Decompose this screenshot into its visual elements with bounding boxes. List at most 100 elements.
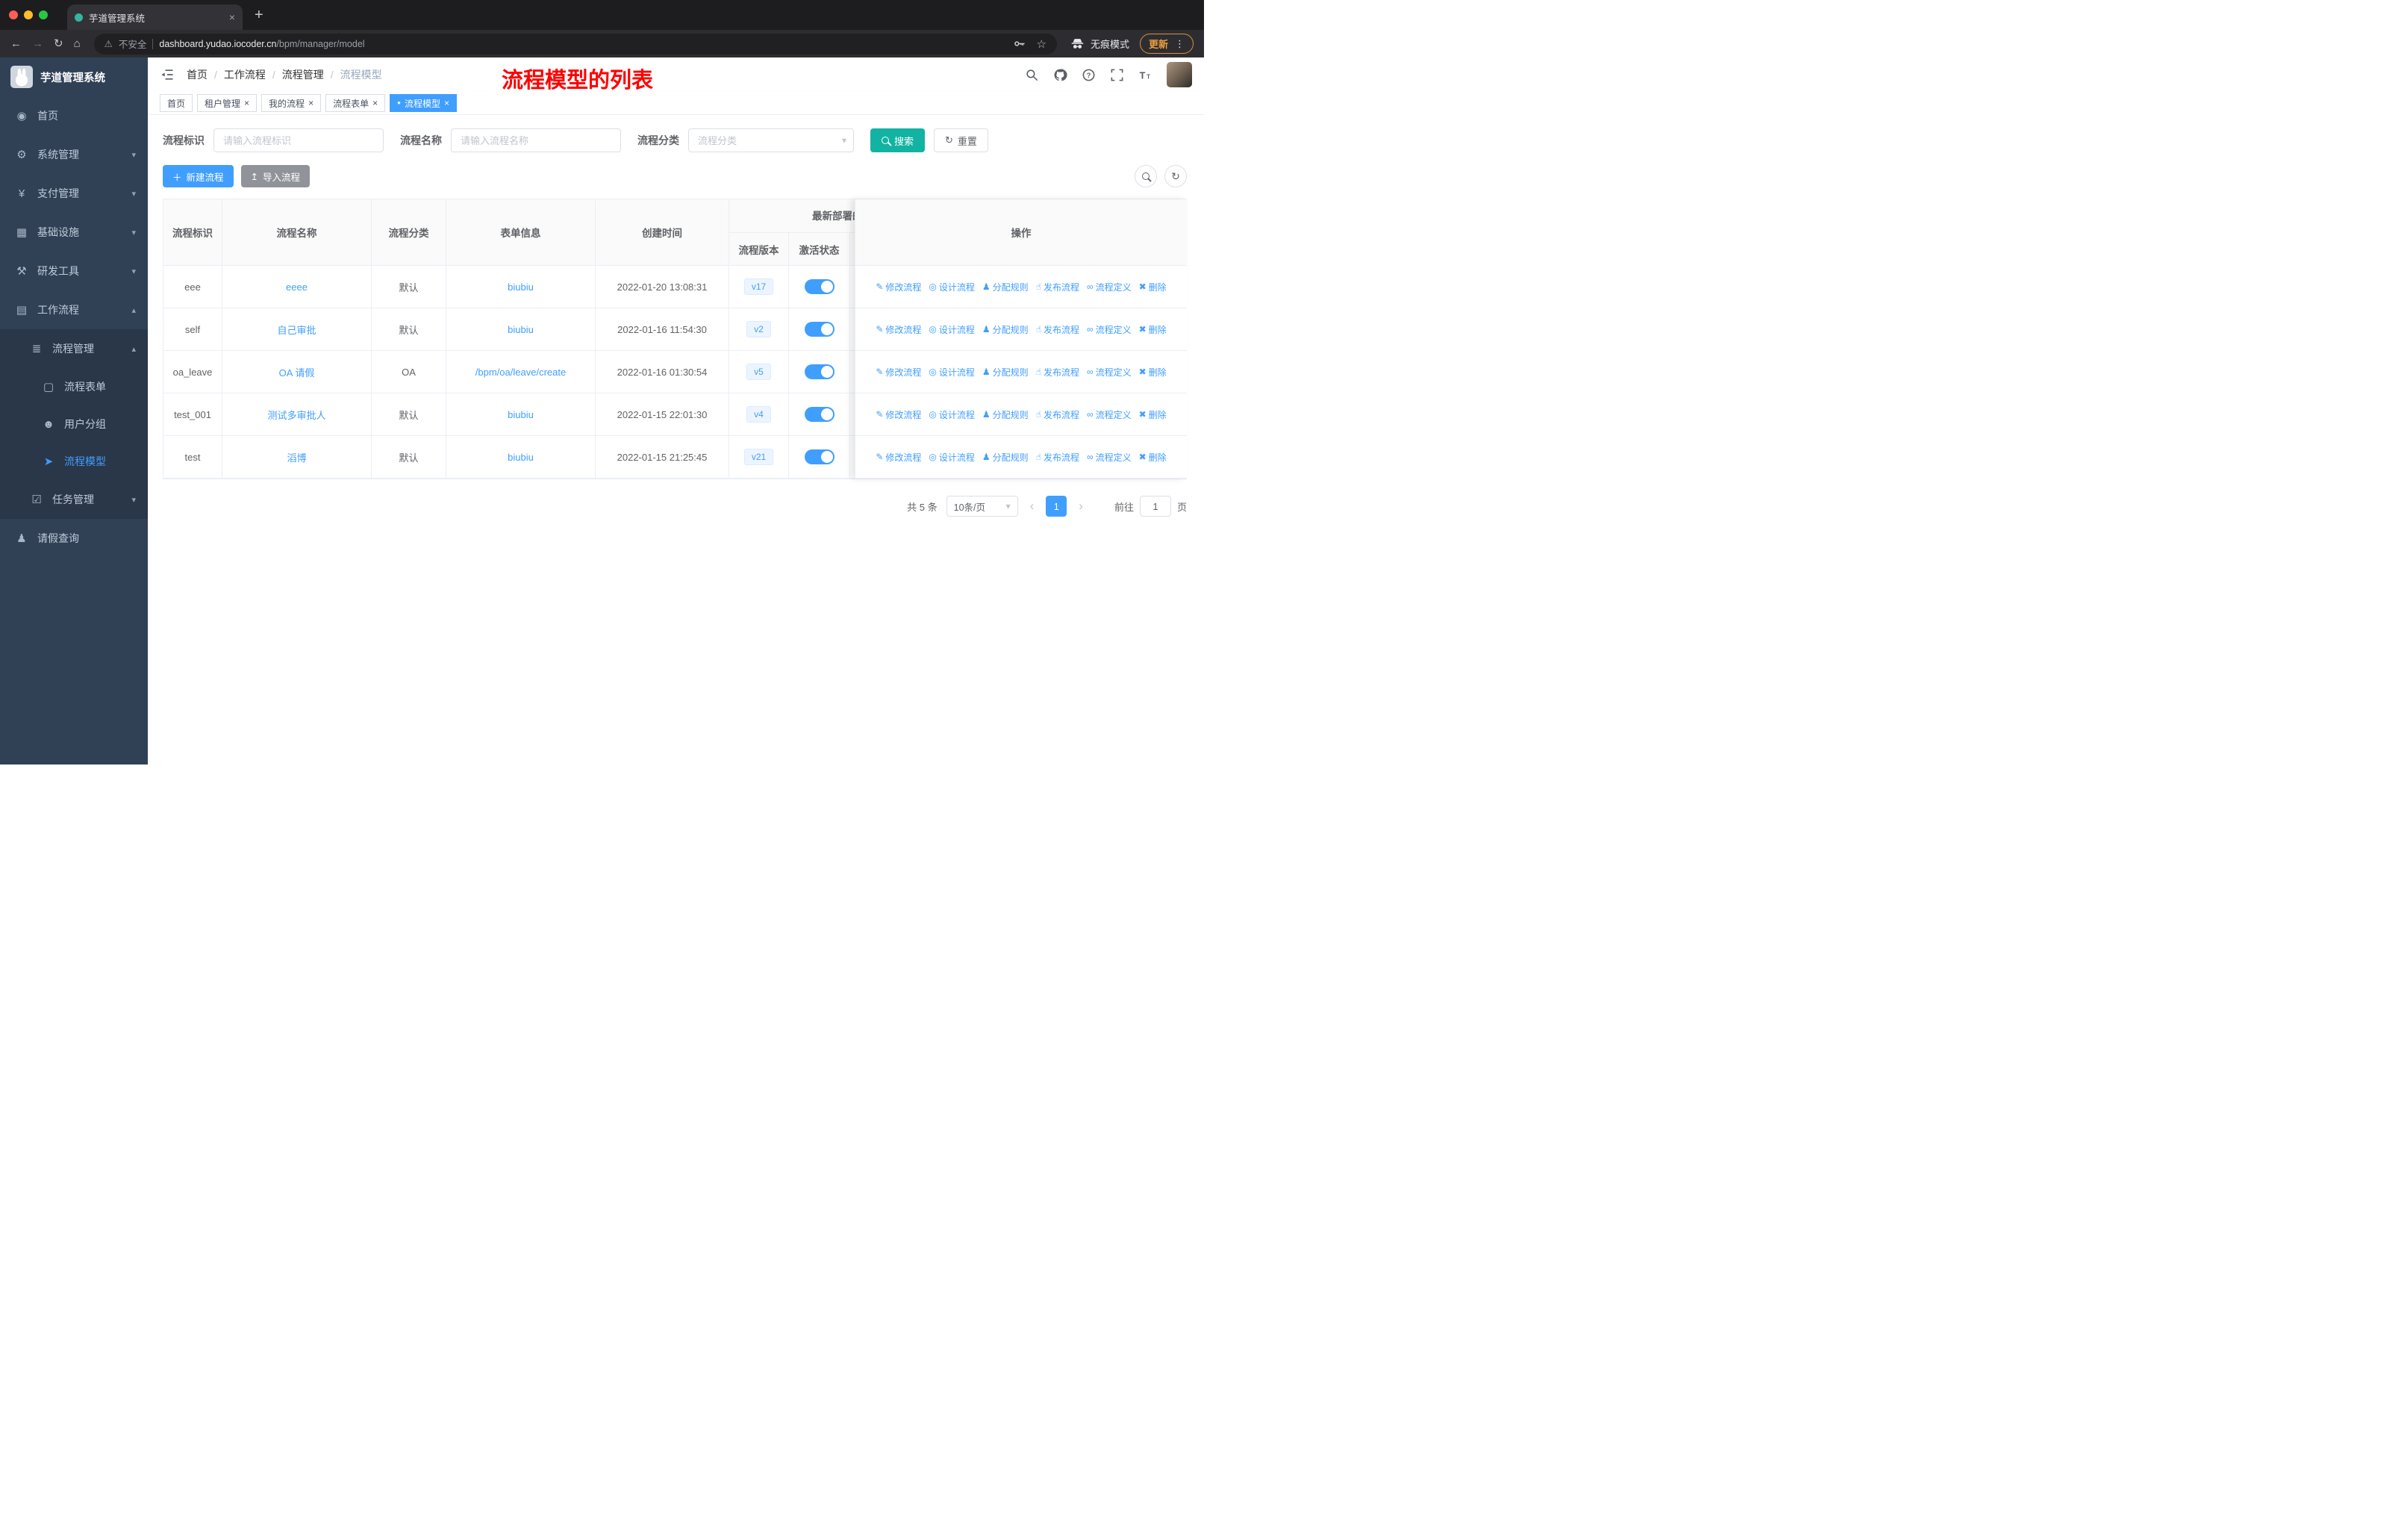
action-delete[interactable]: ✖ 删除 (1139, 366, 1167, 379)
github-icon[interactable] (1053, 68, 1067, 82)
action-publish[interactable]: ☝ 发布流程 (1036, 366, 1079, 379)
tag-close-icon[interactable]: × (244, 99, 249, 108)
sidebar-item-infrastructure[interactable]: ▦ 基础设施 ▾ (0, 213, 148, 252)
action-modify[interactable]: ✎ 修改流程 (876, 408, 921, 421)
font-size-icon[interactable]: TT (1138, 68, 1152, 82)
update-button[interactable]: 更新 ⋮ (1139, 34, 1194, 54)
back-button[interactable]: ← (10, 38, 22, 49)
browser-menu-icon[interactable]: ⋮ (1175, 38, 1185, 50)
action-definition[interactable]: ∞ 流程定义 (1087, 408, 1132, 421)
tag-process-form[interactable]: 流程表单 × (325, 94, 386, 112)
sidebar-item-process-form[interactable]: ▢ 流程表单 (0, 368, 148, 405)
action-assign-rule[interactable]: ♟ 分配规则 (982, 323, 1029, 336)
sidebar-toggle-icon[interactable] (160, 67, 175, 82)
reset-button[interactable]: ↻ 重置 (934, 128, 988, 152)
tag-home[interactable]: 首页 (160, 94, 193, 112)
form-info-link[interactable]: biubiu (508, 324, 534, 335)
address-bar[interactable]: ⚠ 不安全 dashboard.yudao.iocoder.cn/bpm/man… (93, 33, 1057, 55)
window-maximize-button[interactable] (39, 10, 48, 19)
browser-tab[interactable]: 芋道管理系统 × (67, 4, 243, 30)
action-publish[interactable]: ☝ 发布流程 (1036, 451, 1079, 464)
action-publish[interactable]: ☝ 发布流程 (1036, 281, 1079, 293)
sidebar-item-dev-tools[interactable]: ⚒ 研发工具 ▾ (0, 252, 148, 290)
form-info-link[interactable]: biubiu (508, 452, 534, 463)
action-design[interactable]: ◎ 设计流程 (929, 323, 975, 336)
category-select[interactable]: ▾ (688, 128, 854, 152)
sidebar-item-process-management[interactable]: ≣ 流程管理 ▴ (0, 329, 148, 368)
action-delete[interactable]: ✖ 删除 (1139, 451, 1167, 464)
action-assign-rule[interactable]: ♟ 分配规则 (982, 281, 1029, 293)
tag-close-icon[interactable]: × (372, 99, 378, 108)
action-design[interactable]: ◎ 设计流程 (929, 366, 975, 379)
action-definition[interactable]: ∞ 流程定义 (1087, 366, 1132, 379)
action-modify[interactable]: ✎ 修改流程 (876, 281, 921, 293)
breadcrumb-item-process-management[interactable]: 流程管理 (282, 67, 324, 82)
action-design[interactable]: ◎ 设计流程 (929, 451, 975, 464)
create-process-button[interactable]: ＋ 新建流程 (163, 165, 234, 187)
tab-close-icon[interactable]: × (229, 11, 235, 23)
sidebar-item-process-model[interactable]: ➤ 流程模型 (0, 443, 148, 480)
process-name-link[interactable]: OA 请假 (279, 365, 315, 379)
goto-page-input[interactable] (1139, 496, 1171, 517)
user-avatar[interactable] (1167, 62, 1192, 87)
process-name-link[interactable]: 自己审批 (277, 323, 316, 337)
breadcrumb-item-home[interactable]: 首页 (187, 67, 208, 82)
search-icon[interactable] (1025, 68, 1039, 82)
window-close-button[interactable] (9, 10, 18, 19)
action-definition[interactable]: ∞ 流程定义 (1087, 323, 1132, 336)
action-definition[interactable]: ∞ 流程定义 (1087, 281, 1132, 293)
sidebar-item-workflow[interactable]: ▤ 工作流程 ▴ (0, 290, 148, 329)
reload-button[interactable]: ↻ (54, 38, 63, 49)
prev-page-button[interactable]: ‹ (1027, 499, 1038, 514)
action-design[interactable]: ◎ 设计流程 (929, 281, 975, 293)
status-toggle[interactable] (804, 322, 835, 337)
page-1-button[interactable]: 1 (1046, 496, 1067, 517)
status-toggle[interactable] (804, 407, 835, 422)
action-design[interactable]: ◎ 设计流程 (929, 408, 975, 421)
fullscreen-icon[interactable] (1110, 68, 1124, 82)
process-name-link[interactable]: eeee (286, 281, 308, 293)
password-key-icon[interactable] (1012, 37, 1026, 51)
form-info-link[interactable]: /bpm/oa/leave/create (475, 367, 566, 378)
new-tab-button[interactable]: + (255, 7, 263, 22)
page-size-value[interactable] (946, 496, 1018, 517)
action-assign-rule[interactable]: ♟ 分配规则 (982, 451, 1029, 464)
action-modify[interactable]: ✎ 修改流程 (876, 323, 921, 336)
next-page-button[interactable]: › (1076, 499, 1086, 514)
status-toggle[interactable] (804, 364, 835, 379)
action-delete[interactable]: ✖ 删除 (1139, 408, 1167, 421)
tag-close-icon[interactable]: × (308, 99, 314, 108)
window-minimize-button[interactable] (24, 10, 33, 19)
status-toggle[interactable] (804, 279, 835, 294)
process-id-input[interactable] (213, 128, 384, 152)
forward-button[interactable]: → (32, 38, 43, 49)
sidebar-item-home[interactable]: ◉ 首页 (0, 96, 148, 135)
action-assign-rule[interactable]: ♟ 分配规则 (982, 366, 1029, 379)
category-select-input[interactable] (688, 128, 854, 152)
search-button[interactable]: 搜索 (870, 128, 926, 152)
sidebar-item-payment[interactable]: ¥ 支付管理 ▾ (0, 174, 148, 213)
form-info-link[interactable]: biubiu (508, 409, 534, 420)
toggle-search-button[interactable] (1135, 165, 1157, 187)
action-assign-rule[interactable]: ♟ 分配规则 (982, 408, 1029, 421)
action-publish[interactable]: ☝ 发布流程 (1036, 408, 1079, 421)
sidebar-item-system[interactable]: ⚙ 系统管理 ▾ (0, 135, 148, 174)
breadcrumb-item-workflow[interactable]: 工作流程 (224, 67, 266, 82)
form-info-link[interactable]: biubiu (508, 281, 534, 293)
process-name-link[interactable]: 滔博 (287, 450, 306, 464)
tag-my-process[interactable]: 我的流程 × (261, 94, 322, 112)
import-process-button[interactable]: ↥ 导入流程 (240, 165, 311, 187)
sidebar-item-task-management[interactable]: ☑ 任务管理 ▾ (0, 480, 148, 519)
sidebar-item-leave-query[interactable]: ♟ 请假查询 (0, 519, 148, 558)
process-name-link[interactable]: 测试多审批人 (267, 408, 325, 422)
tag-close-icon[interactable]: × (444, 99, 449, 108)
security-label[interactable]: 不安全 (119, 37, 147, 51)
action-delete[interactable]: ✖ 删除 (1139, 323, 1167, 336)
home-button[interactable]: ⌂ (74, 38, 81, 49)
action-publish[interactable]: ☝ 发布流程 (1036, 323, 1079, 336)
bookmark-star-icon[interactable]: ☆ (1037, 37, 1047, 51)
refresh-table-button[interactable]: ↻ (1164, 165, 1187, 187)
action-modify[interactable]: ✎ 修改流程 (876, 451, 921, 464)
help-icon[interactable]: ? (1082, 68, 1096, 82)
action-delete[interactable]: ✖ 删除 (1139, 281, 1167, 293)
